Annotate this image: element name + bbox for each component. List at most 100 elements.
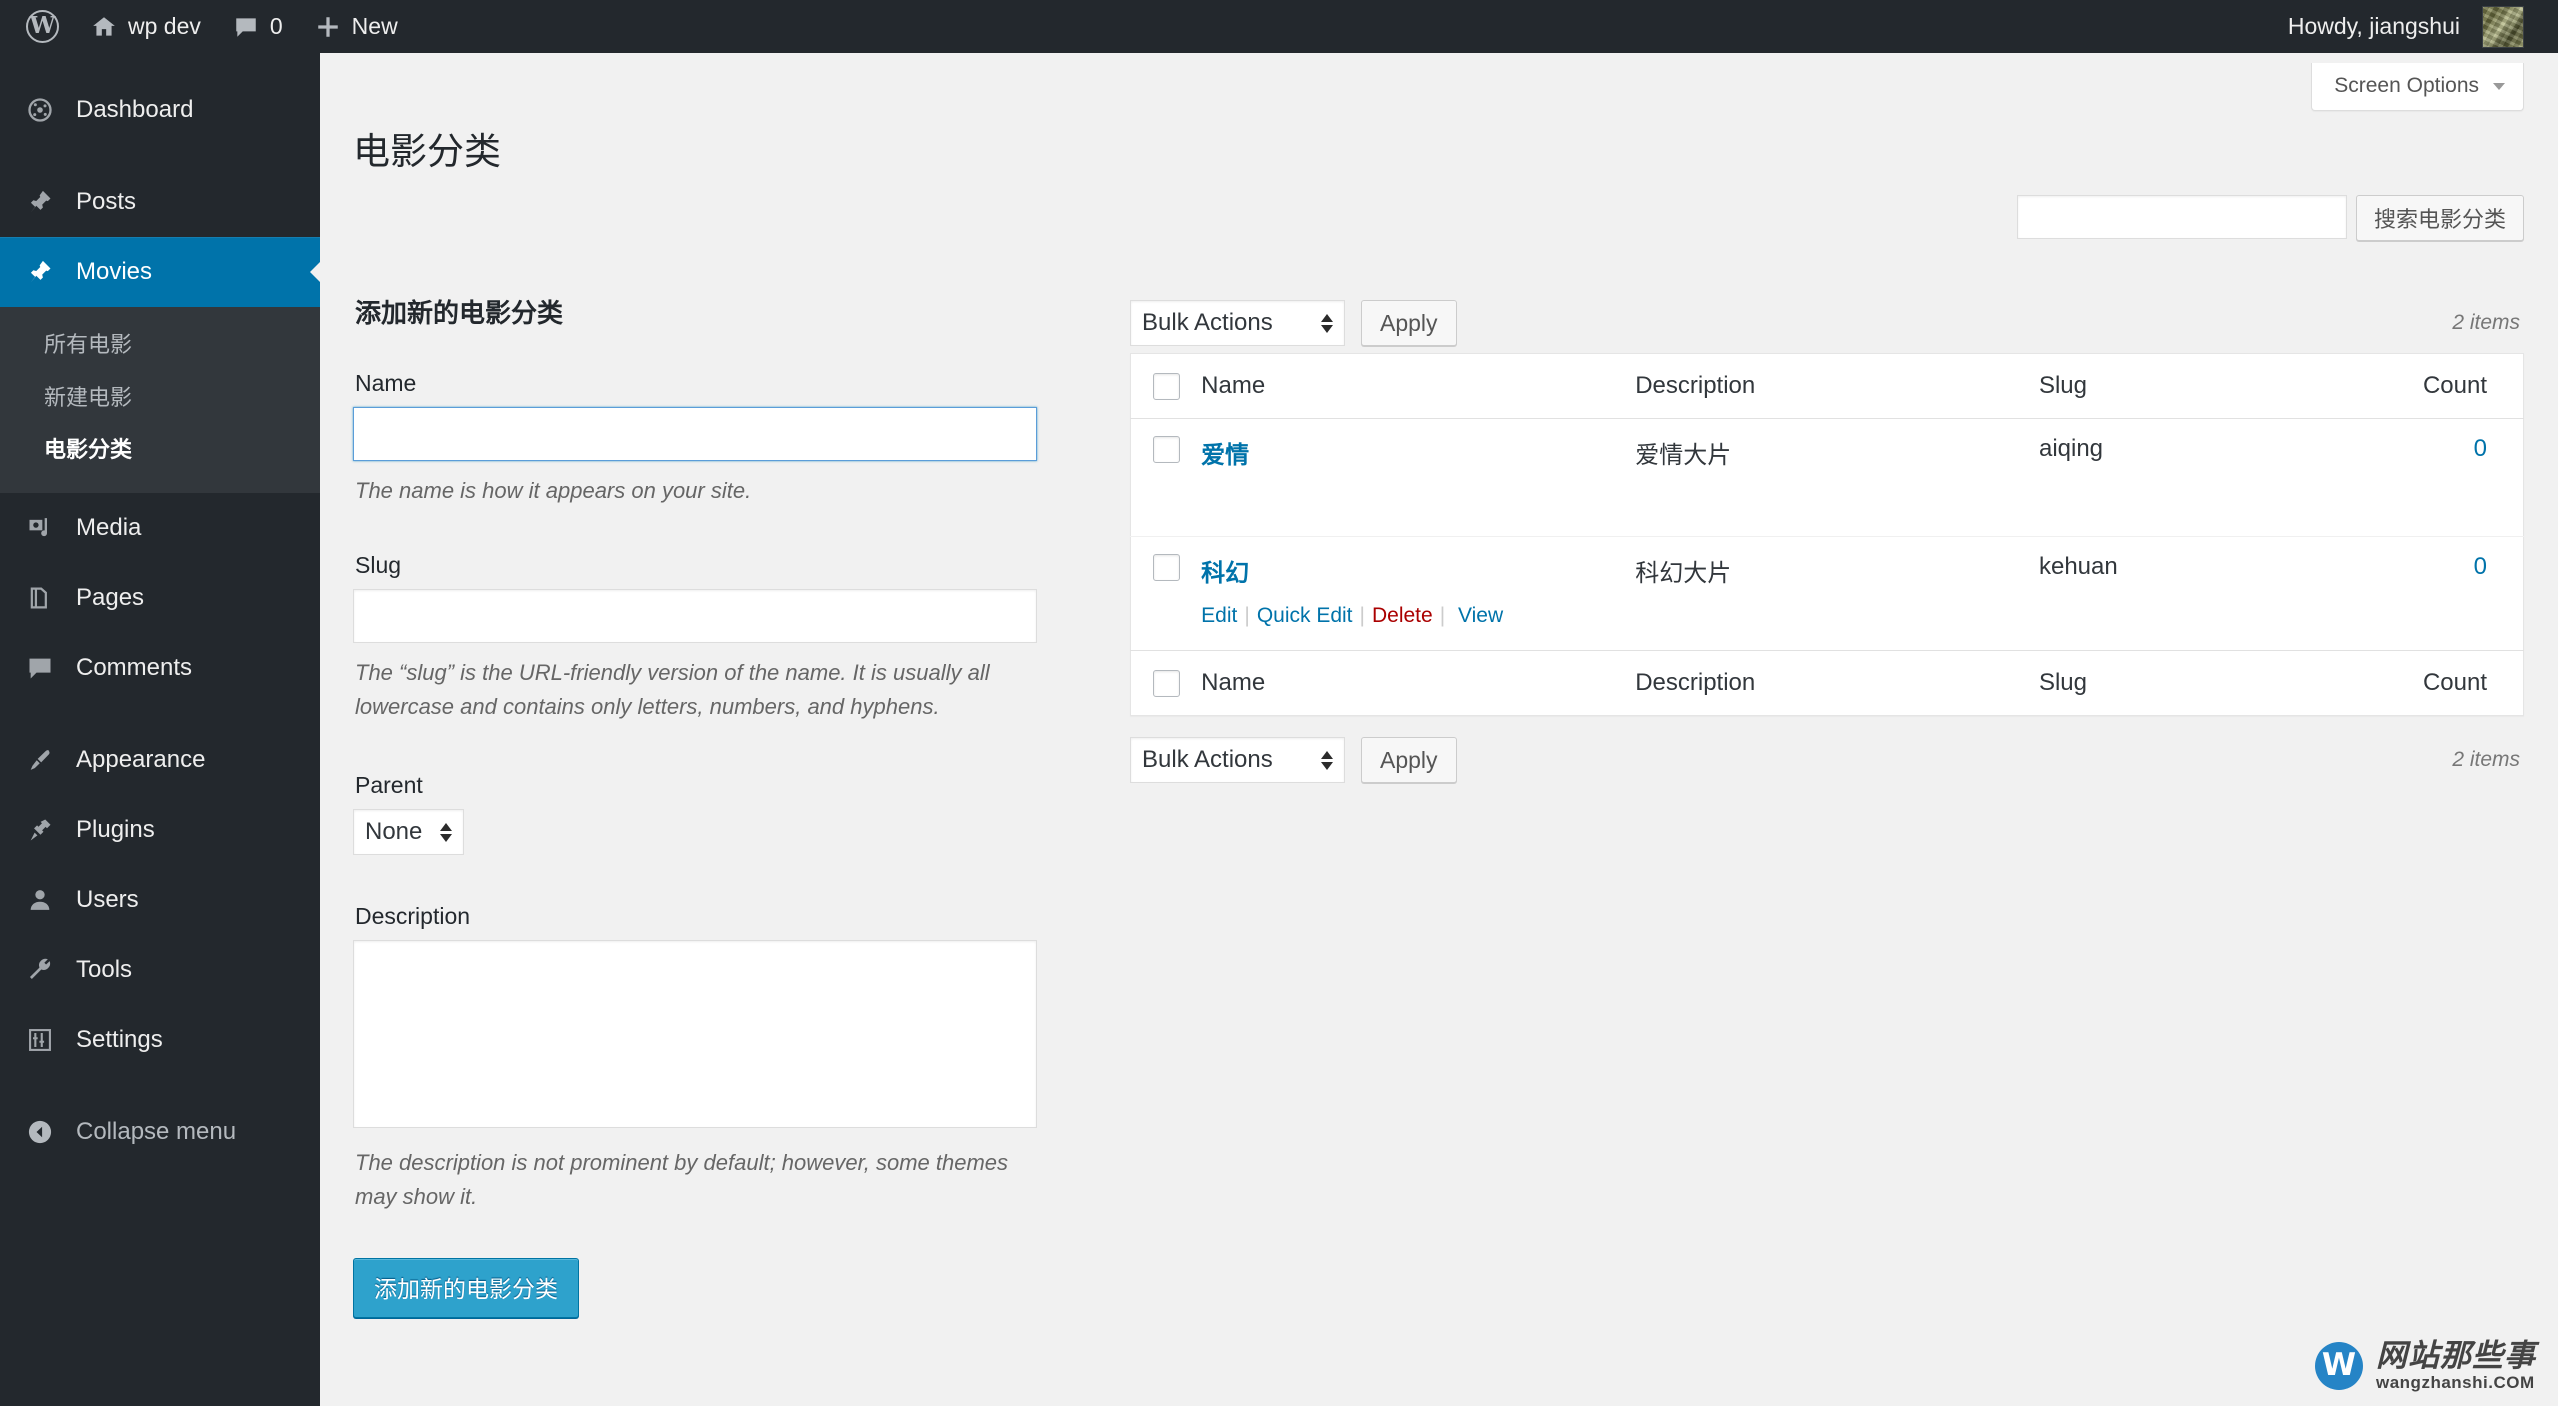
- submenu-item-new-movie[interactable]: 新建电影: [0, 372, 320, 425]
- watermark-text: 网站那些事 wangzhanshi.COM: [2376, 1337, 2536, 1393]
- screen-options-label: Screen Options: [2334, 74, 2479, 97]
- edit-link[interactable]: Edit: [1201, 604, 1237, 627]
- row-count-cell: 0: [2341, 536, 2524, 651]
- movies-submenu: 所有电影 新建电影 电影分类: [0, 307, 320, 493]
- submenu-item-movie-categories[interactable]: 电影分类: [0, 424, 320, 477]
- my-account-menu[interactable]: Howdy, jiangshui: [2272, 0, 2540, 53]
- row-checkbox[interactable]: [1153, 554, 1180, 582]
- sidebar-item-label: Movies: [76, 258, 153, 285]
- sidebar-item-dashboard[interactable]: Dashboard: [0, 75, 320, 145]
- sidebar-item-label: Pages: [76, 583, 145, 611]
- row-checkbox-cell: [1131, 419, 1202, 537]
- wp-logo-menu[interactable]: W: [10, 0, 75, 53]
- collapse-menu-button[interactable]: Collapse menu: [0, 1097, 320, 1167]
- name-label: Name: [355, 370, 417, 396]
- quick-edit-link[interactable]: Quick Edit: [1257, 604, 1353, 627]
- screen-options-button[interactable]: Screen Options: [2311, 63, 2524, 111]
- table-foot: Name Description Slug Count: [1130, 650, 2524, 716]
- term-name-link[interactable]: 爱情: [1201, 442, 1249, 469]
- delete-link[interactable]: Delete: [1372, 604, 1433, 627]
- column-header-name[interactable]: Name: [1201, 353, 1636, 419]
- sidebar-item-pages[interactable]: Pages: [0, 563, 320, 633]
- sidebar-item-plugins[interactable]: Plugins: [0, 795, 320, 865]
- column-header-slug[interactable]: Slug: [2038, 353, 2342, 419]
- row-name-cell: 科幻 Edit | Quick Edit | Delete | View: [1201, 536, 1636, 651]
- column-header-description[interactable]: Description: [1635, 353, 2039, 419]
- name-input[interactable]: [353, 407, 1037, 461]
- sidebar-item-media[interactable]: Media: [0, 493, 320, 563]
- parent-select[interactable]: None: [353, 809, 465, 856]
- column-header-count[interactable]: Count: [2341, 353, 2524, 419]
- description-textarea[interactable]: [353, 940, 1037, 1129]
- row-description-cell: 爱情大片: [1635, 442, 1732, 470]
- wordpress-logo-icon: W: [26, 10, 59, 43]
- row-actions: Edit | Quick Edit | Delete | View: [1201, 604, 1504, 628]
- watermark-en: wangzhanshi.COM: [2376, 1373, 2535, 1393]
- admin-sidebar-menu: Dashboard Posts Movies 所有电影 新建电影 电影分类 Me…: [0, 53, 320, 1406]
- collapse-menu-label: Collapse menu: [76, 1117, 237, 1145]
- collapse-arrow-icon: [24, 1116, 56, 1148]
- field-description: Description The description is not promi…: [353, 903, 1113, 1214]
- watermark-cn: 网站那些事: [2376, 1337, 2536, 1373]
- sidebar-item-label: Tools: [76, 955, 133, 983]
- screen-meta-links: Screen Options: [2311, 63, 2524, 111]
- column-footer-slug[interactable]: Slug: [2038, 650, 2342, 716]
- select-all-header: [1130, 353, 1202, 419]
- site-name-label: wp dev: [128, 13, 201, 39]
- parent-label: Parent: [355, 772, 423, 799]
- row-count-cell: 0: [2342, 419, 2524, 537]
- bulk-actions-select-top[interactable]: Bulk Actions: [1130, 300, 1345, 346]
- sidebar-item-posts[interactable]: Posts: [0, 167, 320, 237]
- term-count-link[interactable]: 0: [2474, 553, 2487, 580]
- comments-menu[interactable]: 0: [217, 0, 299, 53]
- sidebar-item-tools[interactable]: Tools: [0, 935, 320, 1005]
- form-heading: 添加新的电影分类: [355, 298, 564, 328]
- select-arrows-icon: [1321, 313, 1333, 333]
- tablenav-top: Bulk Actions Apply 2 items: [1130, 293, 2524, 353]
- column-footer-count[interactable]: Count: [2341, 650, 2524, 716]
- brush-icon: [24, 744, 56, 776]
- term-name-link[interactable]: 科幻: [1201, 560, 1249, 587]
- home-icon: [91, 14, 117, 40]
- add-new-term-button[interactable]: 添加新的电影分类: [353, 1258, 579, 1319]
- sidebar-item-movies[interactable]: Movies: [0, 237, 320, 307]
- search-submit-button[interactable]: 搜索电影分类: [2355, 195, 2524, 241]
- column-footer-name[interactable]: Name: [1201, 650, 1636, 716]
- admin-bar-left: W wp dev 0 New: [0, 0, 414, 53]
- select-all-checkbox[interactable]: [1153, 373, 1180, 401]
- term-count-link[interactable]: 0: [2474, 435, 2487, 462]
- column-footer-description[interactable]: Description: [1635, 650, 2039, 716]
- apply-button-top[interactable]: Apply: [1361, 300, 1457, 346]
- sidebar-item-users[interactable]: Users: [0, 865, 320, 935]
- media-icon: [24, 512, 56, 544]
- table-row: 爱情 爱情大片 aiqing 0: [1131, 419, 2524, 537]
- field-name: Name The name is how it appears on your …: [353, 370, 1113, 508]
- new-content-menu[interactable]: New: [299, 0, 414, 53]
- sidebar-spacer-top: [0, 53, 320, 75]
- items-count-bottom: 2 items: [2452, 748, 2520, 771]
- bulk-actions-label: Bulk Actions: [1142, 309, 1273, 336]
- sidebar-item-appearance[interactable]: Appearance: [0, 725, 320, 795]
- apply-button-bottom[interactable]: Apply: [1361, 737, 1457, 783]
- sidebar-item-comments[interactable]: Comments: [0, 633, 320, 703]
- settings-icon: [24, 1024, 56, 1056]
- submenu-item-all-movies[interactable]: 所有电影: [0, 319, 320, 372]
- row-checkbox[interactable]: [1153, 436, 1180, 464]
- name-description: The name is how it appears on your site.: [355, 478, 752, 503]
- row-slug-cell: aiqing: [2038, 435, 2104, 463]
- watermark-logo-icon: W: [2315, 1341, 2363, 1390]
- bulk-actions-select-bottom[interactable]: Bulk Actions: [1130, 737, 1345, 783]
- site-name-menu[interactable]: wp dev: [75, 0, 217, 53]
- page-title: 电影分类: [353, 131, 501, 172]
- slug-input[interactable]: [353, 589, 1037, 644]
- search-input[interactable]: [2016, 195, 2347, 239]
- add-term-form: 添加新的电影分类 Name The name is how it appears…: [353, 293, 1113, 1319]
- view-link[interactable]: View: [1458, 604, 1503, 627]
- description-help: The description is not prominent by defa…: [355, 1150, 1009, 1210]
- select-all-checkbox-footer[interactable]: [1153, 670, 1180, 697]
- sidebar-item-settings[interactable]: Settings: [0, 1005, 320, 1075]
- pages-icon: [24, 582, 56, 614]
